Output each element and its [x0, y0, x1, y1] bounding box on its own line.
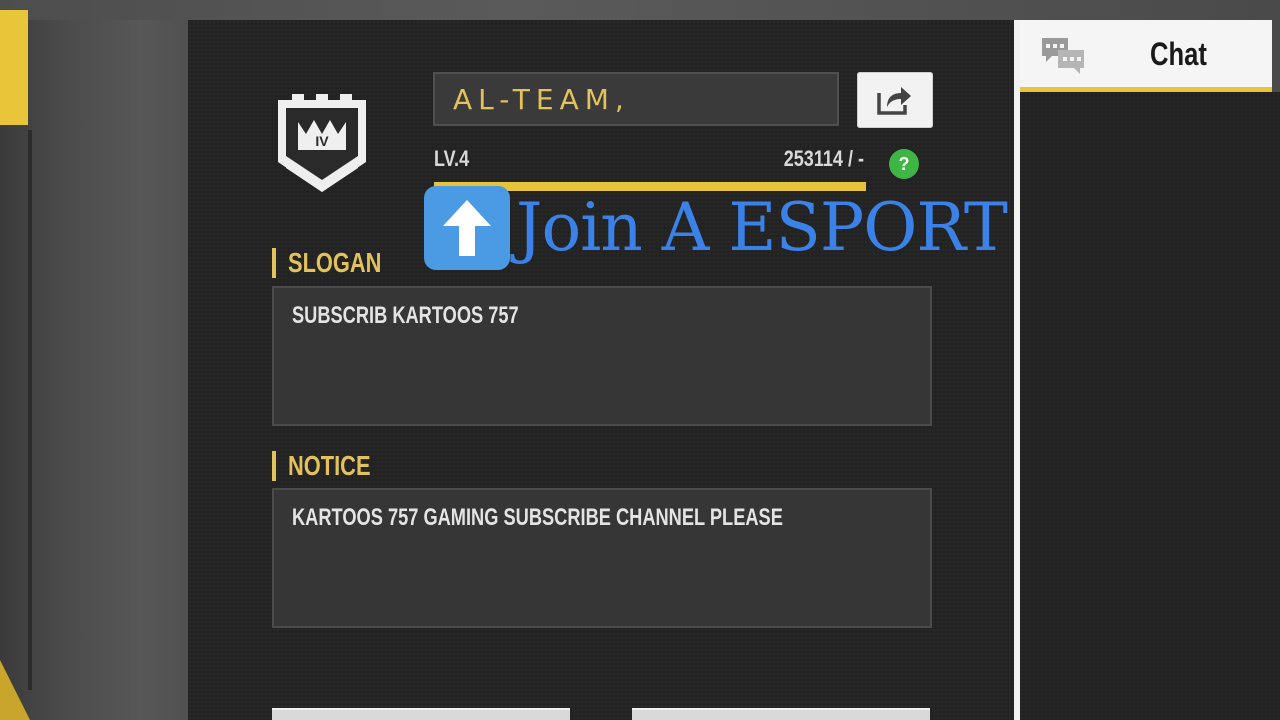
share-button[interactable]: [857, 72, 933, 128]
bottom-button-right[interactable]: [632, 708, 930, 720]
slogan-box[interactable]: SUBSCRIB KARTOOS 757: [272, 286, 932, 426]
chat-title: Chat: [1150, 36, 1207, 72]
share-icon: [877, 87, 911, 115]
left-divider: [28, 130, 32, 690]
help-icon[interactable]: ?: [889, 149, 919, 179]
slogan-header: SLOGAN: [272, 246, 408, 280]
left-corner-decoration: [0, 660, 30, 720]
guild-emblem-icon: IV: [278, 94, 366, 192]
guild-name-field: AL-TEAM,: [433, 72, 839, 126]
slogan-header-bar: [272, 248, 276, 278]
guild-name: AL-TEAM,: [453, 82, 630, 116]
chat-message-area[interactable]: [1020, 92, 1280, 720]
top-strip: [0, 0, 1280, 20]
up-arrow-icon: [424, 186, 510, 270]
chat-bubbles-icon: [1042, 38, 1084, 74]
guild-level: LV.4: [434, 146, 470, 171]
bottom-button-left[interactable]: [272, 708, 570, 720]
guild-exp: 253114 / -: [783, 146, 864, 171]
notice-box[interactable]: KARTOOS 757 GAMING SUBSCRIBE CHANNEL PLE…: [272, 488, 932, 628]
chat-header-edge: [1272, 20, 1280, 92]
svg-text:IV: IV: [315, 133, 329, 149]
notice-header: NOTICE: [272, 449, 394, 483]
slogan-text: SUBSCRIB KARTOOS 757: [292, 302, 519, 329]
guild-screen: IV AL-TEAM, LV.4 253114 / - ? Join A ESP…: [0, 0, 1280, 720]
notice-header-bar: [272, 451, 276, 481]
notice-label: NOTICE: [288, 450, 371, 481]
left-side-tab[interactable]: [0, 10, 28, 125]
notice-text: KARTOOS 757 GAMING SUBSCRIBE CHANNEL PLE…: [292, 504, 783, 531]
slogan-label: SLOGAN: [288, 247, 382, 278]
